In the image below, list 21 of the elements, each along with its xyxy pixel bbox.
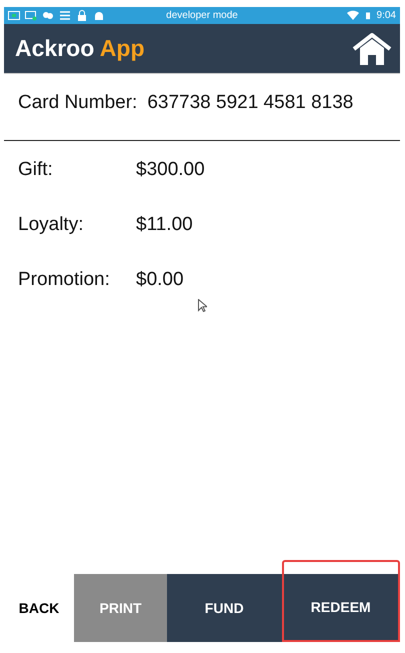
- list-icon: [59, 10, 71, 21]
- balance-label: Loyalty:: [18, 214, 84, 236]
- home-icon[interactable]: [352, 32, 392, 66]
- card-icon: [25, 10, 37, 21]
- balance-label: Promotion:: [18, 269, 111, 291]
- card-number-label: Card Number:: [18, 92, 138, 115]
- balance-value: $300.00: [136, 159, 205, 181]
- action-button[interactable]: FUND: [167, 574, 282, 642]
- status-title: developer mode: [165, 10, 239, 21]
- balance-value: $0.00: [136, 269, 184, 291]
- action-button[interactable]: REDEEM: [282, 560, 400, 642]
- wifi-icon: [346, 10, 359, 21]
- lock-icon: [76, 10, 88, 21]
- battery-icon: [364, 10, 372, 21]
- screen-icon: [8, 10, 20, 21]
- app-title: Ackroo App: [15, 35, 145, 62]
- mouse-cursor-icon: [198, 299, 207, 312]
- balance-label: Gift:: [18, 159, 54, 181]
- card-number-value: 637738 5921 4581 8138: [147, 92, 354, 115]
- balance-value: $11.00: [136, 214, 193, 236]
- status-time: 9:04: [376, 10, 396, 21]
